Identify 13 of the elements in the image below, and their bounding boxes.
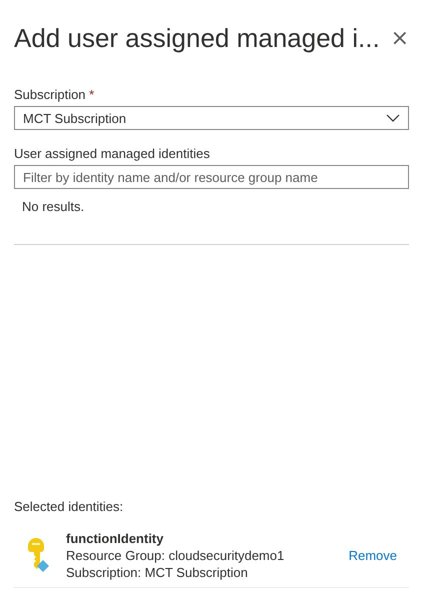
panel-title: Add user assigned managed i... <box>14 22 380 54</box>
chevron-down-icon <box>386 114 400 122</box>
subscription-text: Subscription: MCT Subscription <box>66 564 249 581</box>
identity-name: functionIdentity <box>66 530 164 547</box>
remove-link[interactable]: Remove <box>348 548 409 563</box>
selected-heading: Selected identities: <box>14 499 124 514</box>
empty-message: No results. <box>22 199 86 214</box>
filter-field[interactable]: Filter by identity name and/or resource group name <box>14 165 409 189</box>
subscription-label: Subscription * <box>14 87 96 102</box>
resource-group-text: Resource Group: cloudsecuritydemo1 <box>66 547 286 564</box>
close-button[interactable]: × <box>380 26 409 50</box>
identities-label: User assigned managed identities <box>14 146 211 161</box>
subscription-dropdown[interactable]: MCT Subscription <box>14 106 409 130</box>
